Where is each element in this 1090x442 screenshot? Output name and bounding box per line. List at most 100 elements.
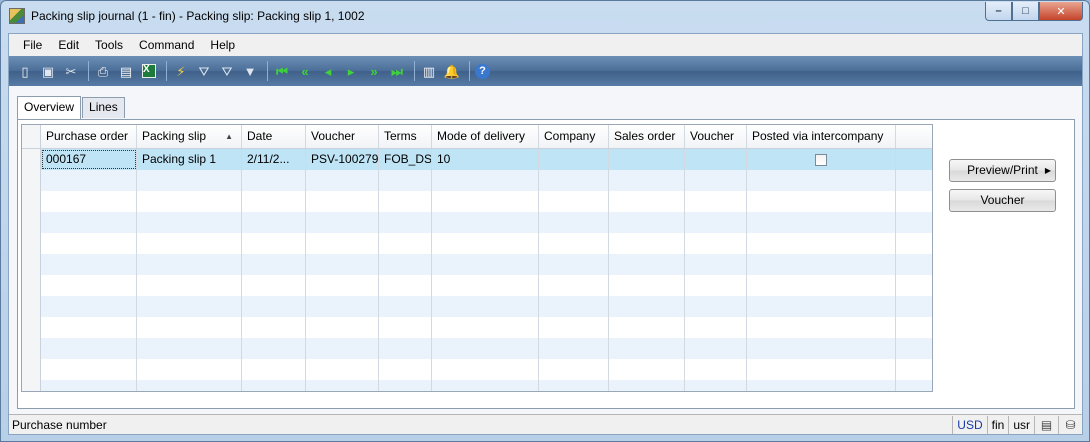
- grid-cell[interactable]: [747, 317, 896, 338]
- grid-cell[interactable]: [306, 212, 379, 233]
- grid-cell[interactable]: [747, 359, 896, 380]
- grid-cell[interactable]: [379, 233, 432, 254]
- grid-cell[interactable]: [747, 191, 896, 212]
- grid-cell[interactable]: [306, 233, 379, 254]
- grid-cell[interactable]: [306, 275, 379, 296]
- grid-cell[interactable]: [747, 275, 896, 296]
- grid-cell[interactable]: [609, 275, 685, 296]
- grid-cell[interactable]: [539, 233, 609, 254]
- tab-lines[interactable]: Lines: [82, 97, 125, 118]
- cell-voucher-2[interactable]: [685, 149, 747, 170]
- close-button[interactable]: ✕: [1039, 2, 1083, 21]
- grid-cell[interactable]: [41, 275, 137, 296]
- grid-cell[interactable]: [685, 380, 747, 391]
- grid-cell[interactable]: [242, 275, 306, 296]
- grid-cell[interactable]: [685, 338, 747, 359]
- grid-cell[interactable]: [137, 275, 242, 296]
- new-document-icon[interactable]: ▯: [15, 61, 35, 81]
- grid-cell[interactable]: [609, 296, 685, 317]
- grid-cell[interactable]: [747, 380, 896, 391]
- grid-cell[interactable]: [41, 233, 137, 254]
- grid-cell[interactable]: [539, 359, 609, 380]
- grid-cell[interactable]: [379, 359, 432, 380]
- advanced-filter-icon[interactable]: ⛛: [217, 61, 237, 81]
- grid-cell[interactable]: [41, 254, 137, 275]
- grid-cell[interactable]: [432, 359, 539, 380]
- grid-cell[interactable]: [379, 275, 432, 296]
- table-row[interactable]: 000167 Packing slip 1 2/11/2... PSV-1002…: [22, 149, 932, 170]
- table-row[interactable]: [22, 359, 932, 380]
- table-row[interactable]: [22, 275, 932, 296]
- grid-cell[interactable]: [137, 254, 242, 275]
- grid-cell[interactable]: [609, 191, 685, 212]
- grid-cell[interactable]: [306, 191, 379, 212]
- grid-cell[interactable]: [432, 170, 539, 191]
- row-header[interactable]: [22, 338, 41, 359]
- grid-cell[interactable]: [539, 254, 609, 275]
- menu-help[interactable]: Help: [202, 35, 243, 55]
- grid-cell[interactable]: [432, 233, 539, 254]
- print-preview-icon[interactable]: ▤: [116, 61, 136, 81]
- cell-purchase-order[interactable]: 000167: [41, 149, 137, 170]
- grid-cell[interactable]: [379, 212, 432, 233]
- grid-cell[interactable]: [137, 380, 242, 391]
- table-row[interactable]: [22, 317, 932, 338]
- alerts-icon[interactable]: 🔔: [442, 61, 462, 81]
- delete-icon[interactable]: ✂: [61, 61, 81, 81]
- grid-cell[interactable]: [685, 296, 747, 317]
- table-row[interactable]: [22, 338, 932, 359]
- table-row[interactable]: [22, 296, 932, 317]
- grid-cell[interactable]: [609, 170, 685, 191]
- filter-icon[interactable]: ▼: [240, 61, 260, 81]
- row-header[interactable]: [22, 191, 41, 212]
- cell-date[interactable]: 2/11/2...: [242, 149, 306, 170]
- grid-cell[interactable]: [242, 359, 306, 380]
- grid-cell[interactable]: [379, 317, 432, 338]
- column-header-company[interactable]: Company: [539, 125, 609, 148]
- column-header-packing-slip[interactable]: Packing slip ▲: [137, 125, 242, 148]
- status-currency[interactable]: USD: [952, 415, 986, 434]
- grid-cell[interactable]: [306, 254, 379, 275]
- menu-file[interactable]: File: [15, 35, 50, 55]
- grid-cell[interactable]: [432, 254, 539, 275]
- database-icon[interactable]: ⛁: [1058, 415, 1082, 434]
- grid-cell[interactable]: [242, 317, 306, 338]
- menu-command[interactable]: Command: [131, 35, 202, 55]
- grid-cell[interactable]: [539, 380, 609, 391]
- grid-cell[interactable]: [747, 212, 896, 233]
- grid-cell[interactable]: [242, 170, 306, 191]
- row-header[interactable]: [22, 233, 41, 254]
- row-header[interactable]: [22, 212, 41, 233]
- grid-cell[interactable]: [242, 191, 306, 212]
- row-header[interactable]: [22, 275, 41, 296]
- next-record-icon[interactable]: ▸: [341, 61, 361, 81]
- title-bar[interactable]: Packing slip journal (1 - fin) - Packing…: [1, 1, 1089, 33]
- row-header[interactable]: [22, 380, 41, 391]
- grid-cell[interactable]: [242, 338, 306, 359]
- grid-cell[interactable]: [747, 254, 896, 275]
- grid-cell[interactable]: [379, 380, 432, 391]
- grid-cell[interactable]: [41, 296, 137, 317]
- grid-cell[interactable]: [685, 233, 747, 254]
- grid-cell[interactable]: [539, 338, 609, 359]
- grid-cell[interactable]: [685, 191, 747, 212]
- row-header[interactable]: [22, 296, 41, 317]
- next-page-icon[interactable]: »: [364, 61, 384, 81]
- grid-cell[interactable]: [379, 338, 432, 359]
- grid-cell[interactable]: [609, 233, 685, 254]
- column-header-terms[interactable]: Terms: [379, 125, 432, 148]
- column-header-mode-of-delivery[interactable]: Mode of delivery: [432, 125, 539, 148]
- notifications-icon[interactable]: ▤: [1034, 415, 1058, 434]
- grid-cell[interactable]: [539, 296, 609, 317]
- grid-cell[interactable]: [379, 191, 432, 212]
- grid-cell[interactable]: [609, 254, 685, 275]
- grid-cell[interactable]: [137, 338, 242, 359]
- packing-slip-grid[interactable]: Purchase order Packing slip ▲ Date Vouche…: [21, 124, 933, 392]
- grid-cell[interactable]: [306, 317, 379, 338]
- grid-cell[interactable]: [242, 380, 306, 391]
- app-icon[interactable]: [9, 8, 25, 24]
- grid-cell[interactable]: [685, 317, 747, 338]
- filter-by-selection-icon[interactable]: ⚡: [171, 61, 191, 81]
- column-header-voucher-2[interactable]: Voucher: [685, 125, 747, 148]
- first-record-icon[interactable]: ⏮: [272, 61, 292, 81]
